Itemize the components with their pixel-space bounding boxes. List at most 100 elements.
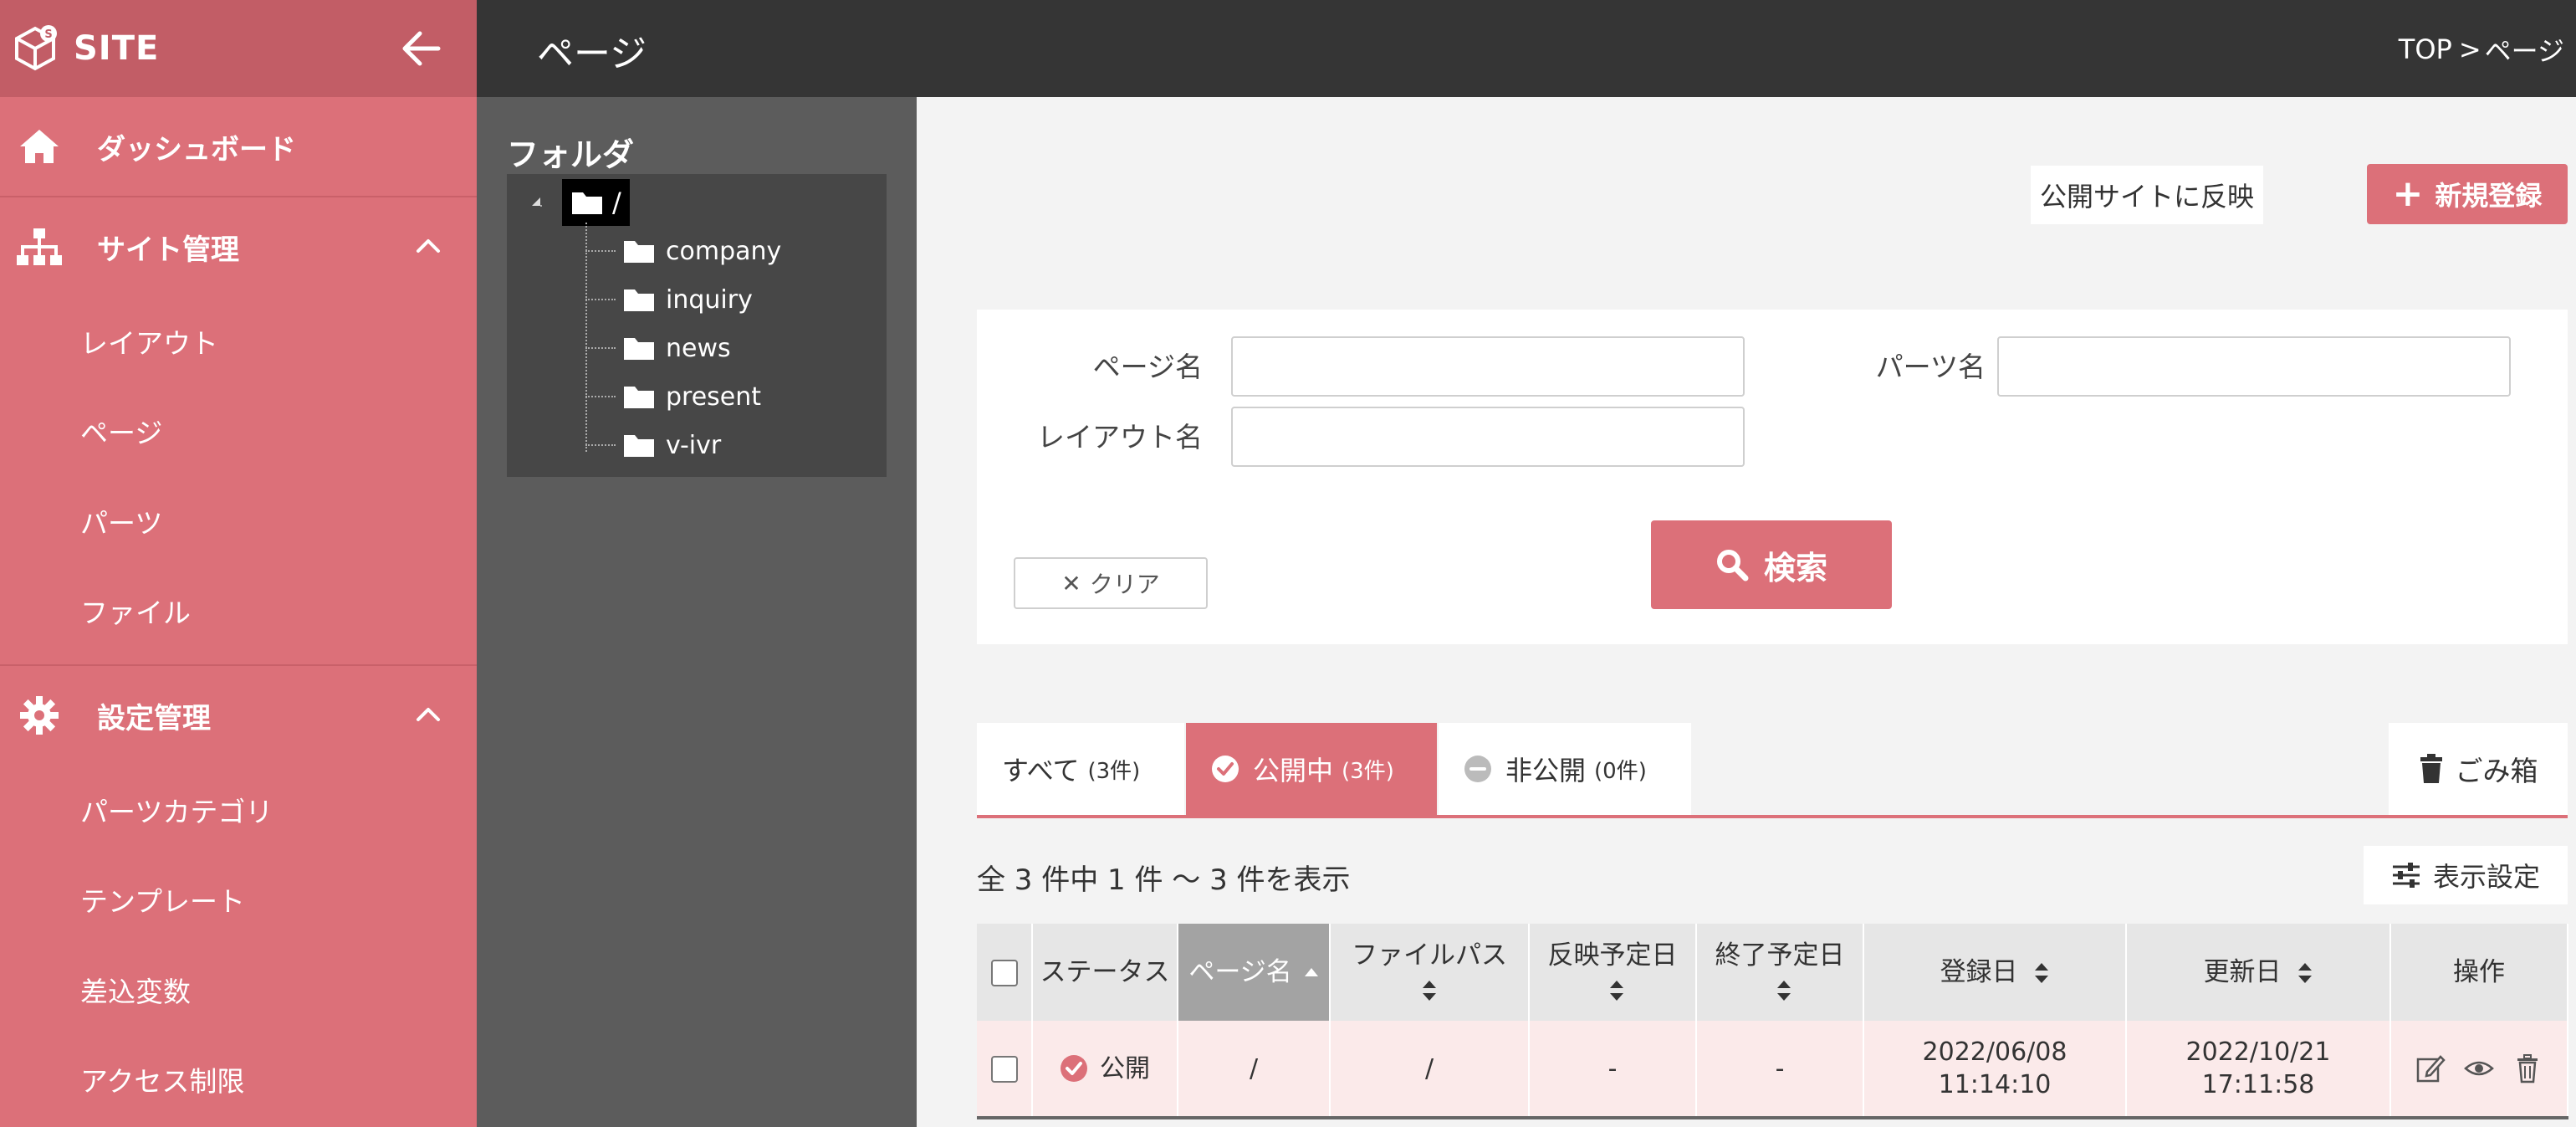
tree-node-present[interactable]: present xyxy=(585,373,761,420)
preview-eye-icon[interactable] xyxy=(2464,1053,2494,1083)
tree-node-label: news xyxy=(666,333,731,363)
layout-name-input[interactable] xyxy=(1231,407,1745,467)
search-button-label: 検索 xyxy=(1763,549,1827,587)
sidebar-item-page[interactable]: ページ xyxy=(0,387,477,477)
row-checkbox[interactable] xyxy=(990,1056,1018,1083)
sidebar-section-settings: 設定管理 パーツカテゴリ テンプレート 差込変数 アクセス制限 xyxy=(0,666,477,1127)
clear-button[interactable]: ✕ クリア xyxy=(1014,557,1208,609)
sidebar-section-dashboard: ダッシュボード xyxy=(0,97,477,197)
tab-published[interactable]: 公開中 (3件) xyxy=(1186,723,1437,815)
sidebar-item-access-control[interactable]: アクセス制限 xyxy=(0,1035,477,1125)
svg-text:S: S xyxy=(44,28,52,41)
tree-node-root[interactable]: / xyxy=(562,179,630,226)
folder-icon xyxy=(624,387,654,408)
search-icon xyxy=(1716,550,1749,581)
plus-icon: + xyxy=(2392,172,2424,215)
breadcrumb-top-link[interactable]: TOP xyxy=(2399,33,2452,65)
check-circle-icon xyxy=(1212,756,1239,782)
column-file-path-label: ファイルパス xyxy=(1352,940,1507,971)
search-button[interactable]: 検索 xyxy=(1651,520,1892,609)
sitemap-icon xyxy=(13,225,65,269)
site-manage-submenu: レイアウト ページ パーツ ファイル xyxy=(0,296,477,664)
sidebar-item-dashboard[interactable]: ダッシュボード xyxy=(0,97,477,196)
status-tabs: すべて (3件) 公開中 (3件) 非公開 (0件) ごみ箱 xyxy=(977,723,2568,818)
tree-node-label: / xyxy=(612,187,621,218)
tree-node-label: inquiry xyxy=(666,284,753,315)
tree-node-label: present xyxy=(666,382,762,412)
sidebar-item-file[interactable]: ファイル xyxy=(0,566,477,657)
top-bar: ページ TOP > ページ xyxy=(477,0,2576,97)
tab-unpublished[interactable]: 非公開 (0件) xyxy=(1439,723,1691,815)
tree-node-inquiry[interactable]: inquiry xyxy=(585,276,753,323)
layout-name-label: レイアウト名 xyxy=(1037,421,1203,453)
sort-icon xyxy=(1777,980,1791,1001)
chevron-up-icon[interactable] xyxy=(413,231,443,261)
sidebar-item-parts-category[interactable]: パーツカテゴリ xyxy=(0,765,477,855)
table-row[interactable]: 公開 / / - - 2022/06/08 11:14:10 2022/10/2… xyxy=(977,1021,2568,1119)
row-created-cell: 2022/06/08 11:14:10 xyxy=(1863,1021,2127,1119)
sidebar-item-parts[interactable]: パーツ xyxy=(0,476,477,566)
table-header-row: ステータス ページ名 ファイルパス 反映予定日 終了予定日 登録日 更新日 操作 xyxy=(977,924,2568,1021)
tab-all[interactable]: すべて (3件) xyxy=(977,723,1184,815)
tab-all-count: (3件) xyxy=(1087,758,1141,784)
edit-icon[interactable] xyxy=(2415,1053,2446,1083)
tree-node-v-ivr[interactable]: v-ivr xyxy=(585,422,721,469)
home-icon xyxy=(13,125,65,168)
collapse-sidebar-arrow-icon[interactable] xyxy=(396,23,447,74)
tab-trash[interactable]: ごみ箱 xyxy=(2389,723,2568,815)
header-created[interactable]: 登録日 xyxy=(1863,924,2127,1021)
breadcrumb-separator: > xyxy=(2458,33,2481,65)
close-icon: ✕ xyxy=(1061,569,1081,597)
trash-icon xyxy=(2420,754,2442,783)
sidebar-item-layout[interactable]: レイアウト xyxy=(0,296,477,387)
sidebar-label-site-manage: サイト管理 xyxy=(97,233,239,267)
row-select-cell xyxy=(977,1021,1033,1119)
new-register-button[interactable]: + 新規登録 xyxy=(2367,164,2568,224)
sort-icon xyxy=(1423,980,1436,1001)
brand-title: SITE xyxy=(74,29,160,68)
page-table: ステータス ページ名 ファイルパス 反映予定日 終了予定日 登録日 更新日 操作… xyxy=(977,924,2568,1119)
row-page-name: / xyxy=(1178,1021,1331,1119)
row-publish-date: - xyxy=(1529,1021,1697,1119)
sidebar-item-template[interactable]: テンプレート xyxy=(0,855,477,945)
sidebar-group-site-manage[interactable]: サイト管理 xyxy=(0,197,477,296)
display-settings-label: 表示設定 xyxy=(2432,861,2540,893)
sidebar-group-settings[interactable]: 設定管理 xyxy=(0,666,477,765)
header-page-name[interactable]: ページ名 xyxy=(1178,924,1331,1021)
column-ops-label: 操作 xyxy=(2453,956,2505,987)
new-button-label: 新規登録 xyxy=(2435,180,2543,212)
breadcrumb-current: ページ xyxy=(2484,35,2564,67)
chevron-up-icon[interactable] xyxy=(413,699,443,730)
tree-node-news[interactable]: news xyxy=(585,325,731,371)
tree-node-company[interactable]: company xyxy=(585,228,781,274)
search-form: ページ名 パーツ名 レイアウト名 ✕ クリア 検索 xyxy=(977,310,2568,644)
header-file-path[interactable]: ファイルパス xyxy=(1330,924,1530,1021)
sidebar-item-variables[interactable]: 差込変数 xyxy=(0,945,477,1035)
sort-asc-icon xyxy=(1304,968,1318,977)
sidebar-label-dashboard: ダッシュボード xyxy=(97,132,296,166)
tab-trash-label: ごみ箱 xyxy=(2455,755,2538,787)
site-logo-icon: S xyxy=(10,23,60,74)
delete-trash-icon[interactable] xyxy=(2512,1053,2543,1083)
tree-toggle-icon[interactable] xyxy=(530,191,550,207)
folder-icon xyxy=(624,338,654,360)
header-end-date[interactable]: 終了予定日 xyxy=(1696,924,1864,1021)
row-updated-cell: 2022/10/21 17:11:58 xyxy=(2126,1021,2391,1119)
select-all-checkbox[interactable] xyxy=(990,960,1018,987)
settings-submenu: パーツカテゴリ テンプレート 差込変数 アクセス制限 xyxy=(0,765,477,1127)
sidebar-label-settings: 設定管理 xyxy=(97,701,211,735)
gear-icon xyxy=(13,694,65,737)
row-end-date: - xyxy=(1696,1021,1864,1119)
publish-to-site-button[interactable]: 公開サイトに反映 xyxy=(2031,166,2263,224)
display-settings-button[interactable]: 表示設定 xyxy=(2364,846,2568,904)
brand-bar: S SITE xyxy=(0,0,477,97)
tab-all-label: すべて xyxy=(1002,755,1080,786)
header-updated[interactable]: 更新日 xyxy=(2126,924,2391,1021)
header-publish-date[interactable]: 反映予定日 xyxy=(1529,924,1697,1021)
parts-name-label: パーツ名 xyxy=(1875,351,1986,383)
column-page-name-label: ページ名 xyxy=(1188,956,1292,987)
parts-name-input[interactable] xyxy=(1997,336,2511,397)
column-end-date-label: 終了予定日 xyxy=(1715,940,1845,971)
sliders-icon xyxy=(2392,863,2420,888)
page-name-input[interactable] xyxy=(1231,336,1745,397)
